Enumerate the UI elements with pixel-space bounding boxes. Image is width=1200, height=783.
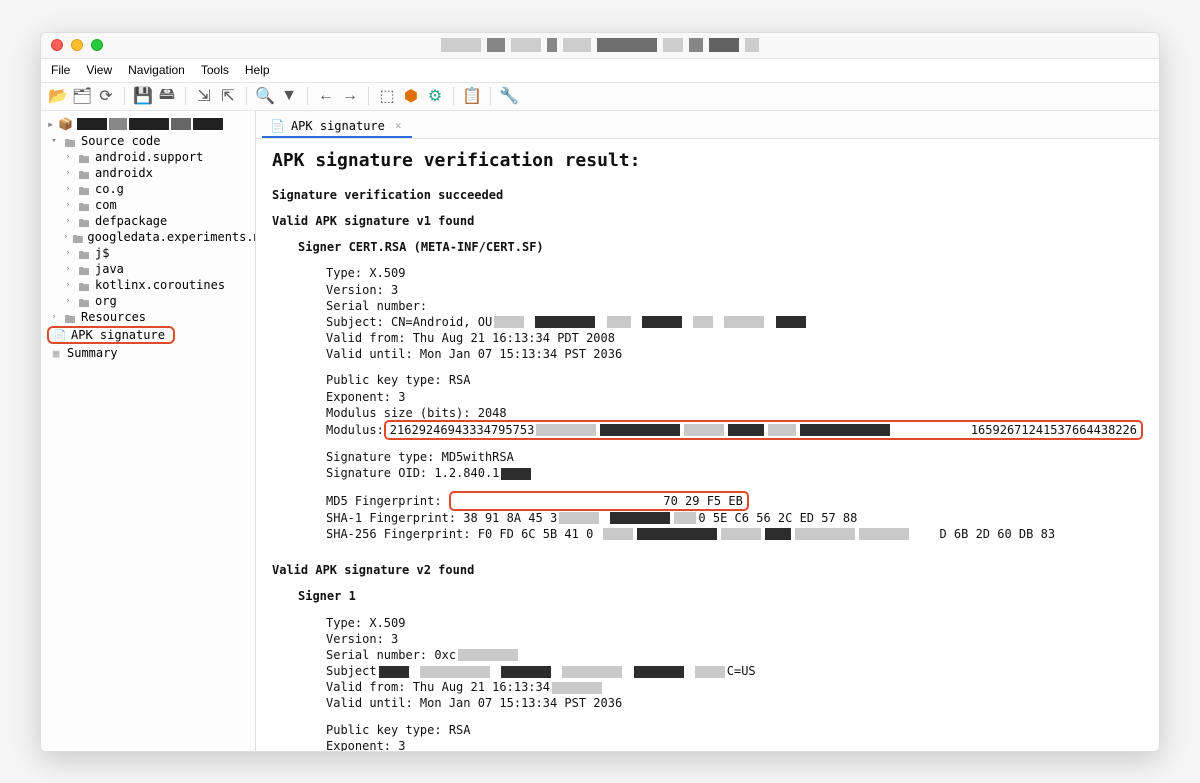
search-icon[interactable]: 🔍 — [256, 87, 274, 105]
expand-icon[interactable]: ⇲ — [195, 87, 213, 105]
tab-label: APK signature — [291, 119, 385, 133]
v1-signer: Signer CERT.RSA (META-INF/CERT.SF) — [272, 239, 1143, 255]
v2-cert-serial: Serial number: 0xc — [272, 647, 1143, 663]
save-icon[interactable]: 💾 — [134, 87, 152, 105]
window-title-redacted — [441, 38, 759, 52]
menu-navigation[interactable]: Navigation — [128, 63, 185, 77]
back-icon[interactable]: ← — [317, 87, 335, 105]
sha1-fingerprint: SHA-1 Fingerprint: 38 91 8A 45 3 0 5E C6… — [272, 510, 1143, 526]
menu-tools[interactable]: Tools — [201, 63, 229, 77]
apk-icon: 📦 — [58, 117, 73, 131]
maximize-button[interactable] — [91, 39, 103, 51]
sidebar-app-row[interactable]: ▸ 📦 — [41, 115, 255, 133]
refresh-icon[interactable]: ⟳ — [97, 87, 115, 105]
tabbar: 📄 APK signature × — [256, 111, 1159, 139]
tree-summary[interactable]: ▦ Summary — [49, 345, 255, 361]
v2-heading: Valid APK signature v2 found — [272, 562, 1143, 578]
tree-pkg[interactable]: ›🖿co.g — [63, 181, 255, 197]
v2-signer: Signer 1 — [272, 588, 1143, 604]
v2-cert-type: Type: X.509 — [272, 615, 1143, 631]
tree-pkg[interactable]: ›🖿googledata.experiments.mo — [63, 229, 255, 245]
cert-valid-until: Valid until: Mon Jan 07 15:13:34 PST 203… — [272, 346, 1143, 362]
app-window: File View Navigation Tools Help 📂 🗂 ⟳ 💾 … — [40, 32, 1160, 752]
tree-pkg[interactable]: ›🖿androidx — [63, 165, 255, 181]
tree-pkg[interactable]: ›🖿j$ — [63, 245, 255, 261]
toolbar: 📂 🗂 ⟳ 💾 🖴 ⇲ ⇱ 🔍 ▼ ← → ⬚ ⬢ ⚙ 📋 🔧 — [41, 83, 1159, 111]
verification-status: Signature verification succeeded — [272, 187, 1143, 203]
menu-view[interactable]: View — [86, 63, 112, 77]
gear-icon[interactable]: ⚙ — [426, 87, 444, 105]
tree-pkg[interactable]: ›🖿org — [63, 293, 255, 309]
cert-version: Version: 3 — [272, 282, 1143, 298]
v2-valid-from: Valid from: Thu Aug 21 16:13:34 — [272, 679, 1143, 695]
tree-label: Source code — [81, 134, 160, 148]
v2-valid-until: Valid until: Mon Jan 07 15:13:34 PST 203… — [272, 695, 1143, 711]
menu-file[interactable]: File — [51, 63, 70, 77]
titlebar — [41, 33, 1159, 59]
cert-serial: Serial number: — [272, 298, 1143, 314]
prefs-icon[interactable]: 🔧 — [500, 87, 518, 105]
sha256-fingerprint: SHA-256 Fingerprint: F0 FD 6C 5B 41 0 D … — [272, 526, 1143, 542]
tree-source-code[interactable]: ▾ 🖿 Source code — [49, 133, 255, 149]
tab-apk-signature[interactable]: 📄 APK signature × — [262, 115, 412, 138]
cert-subject: Subject: CN=Android, OU — [272, 314, 1143, 330]
log-icon[interactable]: 📋 — [463, 87, 481, 105]
certificate-icon: 📄 — [53, 329, 67, 341]
tree-apk-signature[interactable]: 📄 APK signature — [47, 326, 175, 344]
tree-pkg[interactable]: ›🖿defpackage — [63, 213, 255, 229]
sig-type: Signature type: MD5withRSA — [272, 449, 1143, 465]
sidebar: ▸ 📦 ▾ 🖿 Source code ›🖿android.support ›🖿… — [41, 111, 256, 751]
modulus-row: Modulus: 2162924694333479575316592671241… — [272, 421, 1143, 439]
close-tab-icon[interactable]: × — [395, 119, 402, 132]
forward-icon[interactable]: → — [341, 87, 359, 105]
tree-resources[interactable]: › 🖿 Resources — [49, 309, 255, 325]
page-title: APK signature verification result: — [272, 149, 1143, 173]
modulus-highlight: 2162924694333479575316592671241537664438… — [384, 420, 1143, 440]
minimize-button[interactable] — [71, 39, 83, 51]
project-icon[interactable]: 🗂 — [73, 87, 91, 105]
v2-cert-subject: Subject C=US — [272, 663, 1143, 679]
exponent: Exponent: 3 — [272, 389, 1143, 405]
deobfuscate-icon[interactable]: ⬚ — [378, 87, 396, 105]
sig-oid: Signature OID: 1.2.840.1 — [272, 465, 1143, 481]
cert-valid-from: Valid from: Thu Aug 21 16:13:34 PDT 2008 — [272, 330, 1143, 346]
v2-cert-version: Version: 3 — [272, 631, 1143, 647]
content-area: 📄 APK signature × APK signature verifica… — [256, 111, 1159, 751]
menubar: File View Navigation Tools Help — [41, 59, 1159, 83]
save-all-icon[interactable]: 🖴 — [158, 87, 176, 105]
certificate-icon: 📄 — [270, 119, 285, 133]
md5-fingerprint: MD5 Fingerprint: 70 29 F5 EB — [272, 492, 1143, 510]
workspace: ▸ 📦 ▾ 🖿 Source code ›🖿android.support ›🖿… — [41, 111, 1159, 751]
md5-highlight: 70 29 F5 EB — [449, 491, 749, 511]
tree-pkg[interactable]: ›🖿java — [63, 261, 255, 277]
mod-size: Modulus size (bits): 2048 — [272, 405, 1143, 421]
cert-type: Type: X.509 — [272, 265, 1143, 281]
page-content: APK signature verification result: Signa… — [256, 139, 1159, 751]
quark-icon[interactable]: ⬢ — [402, 87, 420, 105]
v2-exponent: Exponent: 3 — [272, 738, 1143, 751]
tree-pkg[interactable]: ›🖿android.support — [63, 149, 255, 165]
traffic-lights — [51, 39, 103, 51]
apk-name-redacted — [77, 118, 249, 130]
pk-type: Public key type: RSA — [272, 372, 1143, 388]
v2-pk-type: Public key type: RSA — [272, 722, 1143, 738]
close-button[interactable] — [51, 39, 63, 51]
open-file-icon[interactable]: 📂 — [49, 87, 67, 105]
filter-icon[interactable]: ▼ — [280, 87, 298, 105]
tree-pkg[interactable]: ›🖿com — [63, 197, 255, 213]
v1-heading: Valid APK signature v1 found — [272, 213, 1143, 229]
collapse-icon[interactable]: ⇱ — [219, 87, 237, 105]
tree-pkg[interactable]: ›🖿kotlinx.coroutines — [63, 277, 255, 293]
menu-help[interactable]: Help — [245, 63, 270, 77]
